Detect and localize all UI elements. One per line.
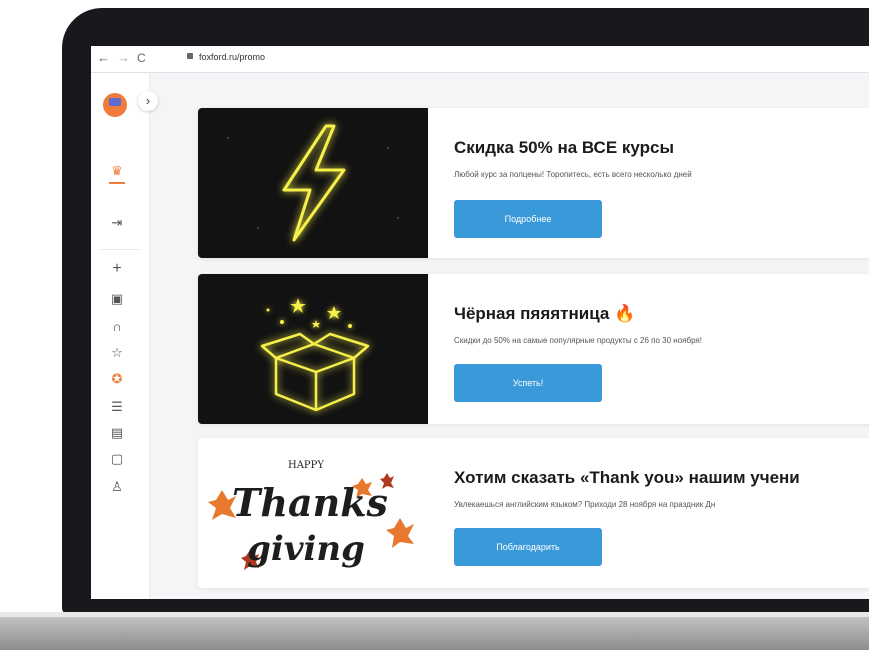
thank-button[interactable]: Поблагодарить <box>454 528 602 566</box>
laptop-hinge <box>0 612 869 617</box>
promo-title: Скидка 50% на ВСЕ курсы <box>454 138 674 157</box>
thanksgiving-lettering-icon: HAPPY Thanks giving <box>208 460 414 570</box>
reload-button[interactable]: C <box>137 50 146 66</box>
active-indicator <box>109 182 125 184</box>
lock-icon <box>187 53 193 59</box>
promo-icon[interactable]: ✪ <box>107 371 127 387</box>
forward-button[interactable]: → <box>117 50 130 66</box>
calendar-icon[interactable]: ▣ <box>107 291 127 307</box>
promo-description: Любой курс за полцены! Торопитесь, есть … <box>454 170 692 179</box>
chat-icon[interactable]: ▢ <box>107 451 127 467</box>
promo-description: Увлекаешься английским языком? Приходи 2… <box>454 500 716 509</box>
back-button[interactable]: ← <box>97 50 110 66</box>
sidebar: › ♛ ⇥ + ▣ ∩ ☆ ✪ ☰ ▤ ▢ ♙ <box>91 73 158 599</box>
screen: ← → C foxford.ru/promo › ♛ ⇥ + ▣ ∩ ☆ ✪ ☰… <box>91 46 869 599</box>
promo-card: Скидка 50% на ВСЕ курсы Любой курс за по… <box>198 108 869 258</box>
address-bar[interactable]: foxford.ru/promo <box>199 52 265 62</box>
promo-image-gift <box>198 274 428 424</box>
trophy-icon[interactable]: ♙ <box>107 479 127 495</box>
sidebar-divider <box>101 249 139 250</box>
login-icon[interactable]: ⇥ <box>107 215 127 231</box>
star-icon[interactable]: ☆ <box>107 345 127 361</box>
promo-description: Скидки до 50% на самые популярные продук… <box>454 336 702 345</box>
promo-card: Чёрная пяяятница 🔥 Скидки до 50% на самы… <box>198 274 869 424</box>
promo-title: Хотим сказать «Thank you» нашим учени <box>454 468 800 487</box>
list-icon[interactable]: ☰ <box>107 399 127 415</box>
expand-sidebar-button[interactable]: › <box>138 91 158 111</box>
promo-image-thanksgiving: HAPPY Thanks giving <box>198 438 428 588</box>
more-details-button[interactable]: Подробнее <box>454 200 602 238</box>
promo-title: Чёрная пяяятница 🔥 <box>454 304 636 323</box>
promo-card: HAPPY Thanks giving Хотим сказать «Thank… <box>198 438 869 588</box>
laptop-base <box>0 612 869 650</box>
foxford-logo-icon[interactable] <box>103 93 127 117</box>
lightning-icon <box>227 124 399 242</box>
happy-text: HAPPY <box>288 460 324 471</box>
plus-icon[interactable]: + <box>107 261 127 277</box>
browser-toolbar: ← → C foxford.ru/promo <box>91 46 869 73</box>
promo-image-lightning <box>198 108 428 258</box>
graduation-cap-icon[interactable]: ♛ <box>107 163 127 179</box>
headphones-icon[interactable]: ∩ <box>107 319 127 335</box>
gift-box-icon <box>260 298 370 412</box>
thanks-text: Thanks <box>232 480 388 525</box>
giving-text: giving <box>247 529 365 569</box>
book-icon[interactable]: ▤ <box>107 425 127 441</box>
hurry-button[interactable]: Успеть! <box>454 364 602 402</box>
